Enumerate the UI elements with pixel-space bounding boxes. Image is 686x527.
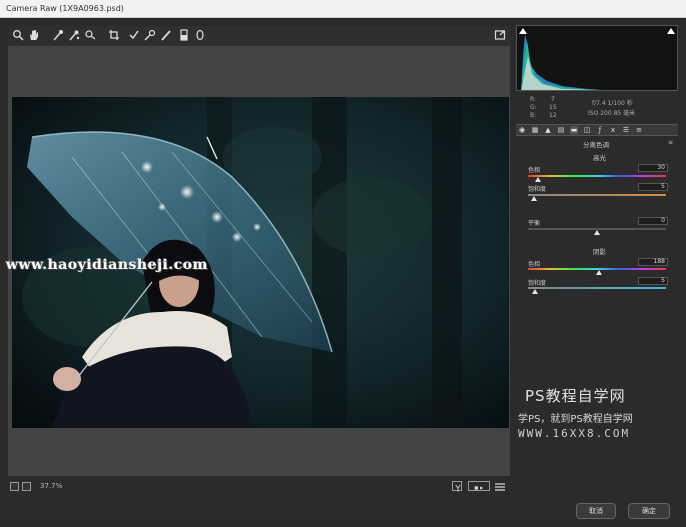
brand-watermark-subtitle: 学PS，就到PS教程自学网: [518, 414, 633, 425]
hl-sat-value[interactable]: 5: [638, 183, 668, 191]
panel-tabs: ◉ ▦ ▲ ▤ ▬ ◫ ƒ x ☰ ≡: [516, 124, 678, 136]
split-toning-tab-icon[interactable]: ▬: [570, 126, 578, 134]
exposure-readout: f/7.4 1/100 秒: [592, 100, 633, 107]
brand-watermark-title: PS教程自学网: [525, 387, 626, 405]
hl-sat-label: 饱和度: [528, 186, 547, 193]
red-eye-icon[interactable]: [160, 29, 172, 41]
iso-readout: ISO 200 85 毫米: [588, 110, 636, 117]
white-balance-icon[interactable]: [52, 29, 64, 41]
hl-sat-thumb[interactable]: [531, 196, 537, 201]
hl-hue-thumb[interactable]: [535, 177, 541, 182]
balance-value[interactable]: 0: [638, 217, 668, 225]
sh-hue-value[interactable]: 188: [638, 258, 668, 266]
sh-hue-label: 色相: [528, 261, 541, 268]
basic-tab-icon[interactable]: ◉: [518, 126, 526, 134]
r-label: R:: [530, 96, 537, 103]
targeted-adjust-icon[interactable]: [84, 29, 96, 41]
cancel-button[interactable]: 取消: [576, 503, 616, 519]
hl-hue-label: 色相: [528, 167, 541, 174]
sh-sat-thumb[interactable]: [532, 289, 538, 294]
hand-icon[interactable]: [28, 29, 40, 41]
zoom-icon[interactable]: [12, 29, 24, 41]
window-titlebar: Camera Raw (1X9A0963.psd): [0, 0, 686, 18]
brush-icon[interactable]: [178, 29, 190, 41]
shadows-title: 阴影: [593, 248, 606, 256]
panel-menu-icon[interactable]: ≡: [668, 139, 673, 146]
presets-tab-icon[interactable]: ☰: [622, 126, 630, 134]
histogram: [516, 25, 678, 91]
sh-sat-slider[interactable]: [528, 287, 666, 289]
g-value: 15: [549, 104, 557, 111]
fullscreen-icon[interactable]: [494, 29, 506, 41]
sh-hue-thumb[interactable]: [596, 270, 602, 275]
spot-removal-icon[interactable]: [144, 29, 156, 41]
b-label: B:: [530, 112, 537, 119]
camera-calibration-tab-icon[interactable]: x: [609, 126, 617, 134]
shadow-clipping-icon[interactable]: [519, 28, 527, 34]
sh-sat-value[interactable]: 5: [638, 277, 668, 285]
swap-settings-icon[interactable]: [468, 481, 490, 491]
tone-curve-tab-icon[interactable]: ▦: [531, 126, 539, 134]
highlights-title: 高光: [593, 154, 606, 162]
hl-hue-value[interactable]: 30: [638, 164, 668, 172]
color-sampler-icon[interactable]: [68, 29, 80, 41]
svg-text:Y: Y: [454, 484, 461, 494]
radial-filter-icon[interactable]: [194, 29, 206, 41]
zoom-out-button[interactable]: [10, 482, 19, 491]
hl-hue-slider[interactable]: [528, 175, 666, 177]
before-after-icon[interactable]: Y: [452, 481, 462, 494]
detail-tab-icon[interactable]: ▲: [544, 126, 552, 134]
brand-watermark-site: WWW.16XX8.COM: [518, 427, 631, 440]
snapshots-tab-icon[interactable]: ≡: [635, 126, 643, 134]
hl-sat-slider[interactable]: [528, 194, 666, 196]
straighten-icon[interactable]: [128, 29, 140, 41]
preview-status-bar: 37.7% Y: [8, 479, 510, 495]
dialog-footer: 取消 确定: [0, 497, 686, 527]
highlight-clipping-icon[interactable]: [667, 28, 675, 34]
url-watermark: www.haoyidiansheji.com: [6, 257, 208, 273]
ok-button[interactable]: 确定: [628, 503, 670, 519]
sh-sat-label: 饱和度: [528, 280, 547, 287]
b-value: 12: [549, 112, 557, 119]
preview-settings-icon[interactable]: [494, 481, 506, 491]
effects-tab-icon[interactable]: ƒ: [596, 126, 604, 134]
g-label: G:: [530, 104, 537, 111]
lens-tab-icon[interactable]: ◫: [583, 126, 591, 134]
tool-bar: [8, 26, 510, 46]
crop-icon[interactable]: [108, 29, 120, 41]
panel-section-title: 分离色调: [583, 141, 609, 149]
balance-thumb[interactable]: [594, 230, 600, 235]
balance-label: 平衡: [528, 220, 541, 227]
zoom-in-button[interactable]: [22, 482, 31, 491]
zoom-level[interactable]: 37.7%: [40, 482, 62, 490]
r-value: 7: [551, 96, 555, 103]
window-title: Camera Raw (1X9A0963.psd): [6, 4, 124, 13]
hsl-tab-icon[interactable]: ▤: [557, 126, 565, 134]
